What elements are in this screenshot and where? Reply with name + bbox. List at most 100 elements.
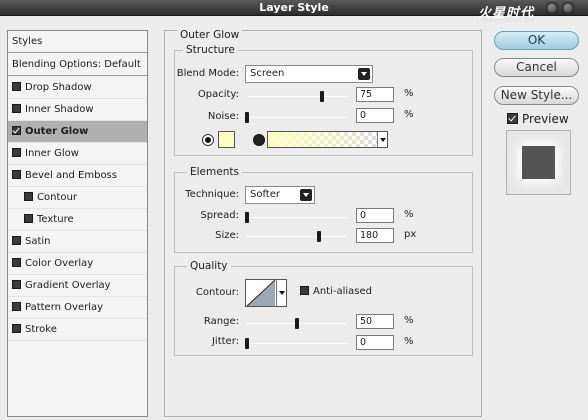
style-checkbox-icon[interactable] bbox=[12, 258, 21, 267]
style-checkbox-icon[interactable] bbox=[12, 280, 21, 289]
style-item-outer-glow[interactable]: Outer Glow bbox=[8, 121, 147, 143]
style-item-bevel-and-emboss[interactable]: Bevel and Emboss bbox=[8, 165, 147, 187]
style-checkbox-icon[interactable] bbox=[12, 82, 21, 91]
size-unit: px bbox=[404, 229, 417, 240]
technique-label: Technique: bbox=[185, 189, 239, 200]
structure-group: Structure Blend Mode: Screen Opacity: 75… bbox=[174, 44, 473, 156]
style-item-pattern-overlay[interactable]: Pattern Overlay bbox=[8, 297, 147, 319]
style-checkbox-icon[interactable] bbox=[12, 324, 21, 333]
style-item-label: Contour bbox=[37, 192, 77, 203]
noise-label: Noise: bbox=[207, 111, 239, 122]
technique-select[interactable]: Softer bbox=[245, 186, 315, 204]
style-item-stroke[interactable]: Stroke bbox=[8, 319, 147, 341]
minimize-button[interactable] bbox=[546, 2, 558, 14]
style-checkbox-icon[interactable] bbox=[12, 104, 21, 113]
cancel-button[interactable]: Cancel bbox=[494, 58, 579, 77]
structure-title: Structure bbox=[183, 44, 238, 56]
spread-unit: % bbox=[404, 209, 414, 220]
size-slider-handle[interactable] bbox=[317, 231, 321, 242]
contour-dropdown-arrow[interactable] bbox=[276, 280, 286, 306]
close-button[interactable] bbox=[562, 2, 574, 14]
noise-slider-handle[interactable] bbox=[245, 112, 249, 123]
spread-input[interactable]: 0 bbox=[356, 208, 394, 223]
watermark-logo: 火星时代 WWW.HXSD.COM bbox=[478, 2, 535, 24]
style-item-contour[interactable]: Contour bbox=[8, 187, 147, 209]
gradient-picker[interactable] bbox=[267, 131, 388, 148]
technique-value: Softer bbox=[250, 189, 280, 200]
noise-input[interactable]: 0 bbox=[356, 108, 394, 123]
range-unit: % bbox=[404, 315, 414, 326]
spread-slider-handle[interactable] bbox=[245, 212, 249, 223]
style-checkbox-icon[interactable] bbox=[12, 170, 21, 179]
style-preview-shape bbox=[522, 146, 555, 179]
ok-button[interactable]: OK bbox=[494, 31, 579, 50]
contour-curve-icon bbox=[247, 280, 275, 306]
blending-options-item[interactable]: Blending Options: Default bbox=[8, 54, 147, 76]
watermark-subtext: WWW.HXSD.COM bbox=[482, 17, 535, 24]
styles-header[interactable]: Styles bbox=[8, 31, 147, 53]
style-item-satin[interactable]: Satin bbox=[8, 231, 147, 253]
glow-color-swatch[interactable] bbox=[218, 131, 235, 148]
jitter-slider-handle[interactable] bbox=[245, 338, 249, 349]
style-item-inner-glow[interactable]: Inner Glow bbox=[8, 143, 147, 165]
style-item-label: Color Overlay bbox=[25, 258, 94, 269]
style-item-label: Inner Glow bbox=[25, 148, 79, 159]
style-item-label: Stroke bbox=[25, 324, 57, 335]
size-input[interactable]: 180 bbox=[356, 228, 394, 243]
style-item-texture[interactable]: Texture bbox=[8, 209, 147, 231]
style-item-color-overlay[interactable]: Color Overlay bbox=[8, 253, 147, 275]
style-item-gradient-overlay[interactable]: Gradient Overlay bbox=[8, 275, 147, 297]
noise-slider[interactable] bbox=[245, 112, 347, 123]
elements-title: Elements bbox=[187, 166, 242, 178]
opacity-slider-handle[interactable] bbox=[320, 91, 324, 102]
title-bar: Layer Style 火星时代 WWW.HXSD.COM bbox=[0, 0, 588, 24]
style-checkbox-icon[interactable] bbox=[24, 192, 33, 201]
new-style-button[interactable]: New Style... bbox=[494, 86, 579, 105]
spread-label: Spread: bbox=[200, 210, 239, 221]
opacity-slider[interactable] bbox=[247, 91, 347, 102]
opacity-input[interactable]: 75 bbox=[356, 87, 394, 102]
size-label: Size: bbox=[215, 230, 239, 241]
style-checkbox-icon[interactable] bbox=[12, 148, 21, 157]
style-item-inner-shadow[interactable]: Inner Shadow bbox=[8, 99, 147, 121]
solid-color-radio[interactable] bbox=[202, 134, 214, 146]
style-item-drop-shadow[interactable]: Drop Shadow bbox=[8, 77, 147, 99]
style-item-label: Satin bbox=[25, 236, 51, 247]
size-slider[interactable] bbox=[247, 231, 347, 242]
anti-aliased-checkbox[interactable]: Anti-aliased bbox=[300, 286, 372, 297]
opacity-unit: % bbox=[404, 88, 414, 99]
range-slider[interactable] bbox=[247, 318, 347, 329]
style-checkbox-icon[interactable] bbox=[12, 236, 21, 245]
opacity-label: Opacity: bbox=[197, 89, 239, 100]
style-checkbox-icon[interactable] bbox=[12, 302, 21, 311]
jitter-slider[interactable] bbox=[245, 338, 347, 349]
blend-mode-select[interactable]: Screen bbox=[245, 65, 373, 83]
spread-slider[interactable] bbox=[245, 212, 347, 223]
anti-aliased-label: Anti-aliased bbox=[313, 286, 373, 297]
blending-options-label: Blending Options: Default bbox=[12, 59, 141, 70]
style-item-label: Drop Shadow bbox=[25, 82, 92, 93]
style-item-label: Gradient Overlay bbox=[25, 280, 111, 291]
style-item-label: Bevel and Emboss bbox=[25, 170, 117, 181]
preview-label: Preview bbox=[522, 112, 569, 126]
preview-checkbox[interactable]: Preview bbox=[507, 112, 569, 126]
elements-group: Elements Technique: Softer Spread: 0 % S… bbox=[174, 166, 473, 253]
style-preview-thumbnail bbox=[506, 130, 571, 195]
blend-mode-value: Screen bbox=[250, 68, 285, 79]
range-input[interactable]: 50 bbox=[356, 314, 394, 329]
style-item-label: Inner Shadow bbox=[25, 104, 94, 115]
jitter-label: Jitter: bbox=[211, 336, 239, 347]
style-item-label: Texture bbox=[37, 214, 74, 225]
gradient-radio[interactable] bbox=[253, 134, 265, 146]
styles-list: Styles Blending Options: Default Drop Sh… bbox=[7, 30, 148, 417]
jitter-input[interactable]: 0 bbox=[356, 335, 394, 350]
blend-mode-label: Blend Mode: bbox=[176, 68, 239, 79]
outer-glow-title: Outer Glow bbox=[177, 29, 243, 41]
quality-title: Quality bbox=[187, 260, 231, 272]
range-slider-handle[interactable] bbox=[295, 318, 299, 329]
gradient-dropdown-arrow[interactable] bbox=[377, 132, 387, 147]
style-checkbox-icon[interactable] bbox=[24, 214, 33, 223]
contour-picker[interactable] bbox=[245, 279, 287, 307]
anti-aliased-check-icon bbox=[300, 286, 309, 295]
style-checkbox-icon[interactable] bbox=[12, 126, 21, 135]
